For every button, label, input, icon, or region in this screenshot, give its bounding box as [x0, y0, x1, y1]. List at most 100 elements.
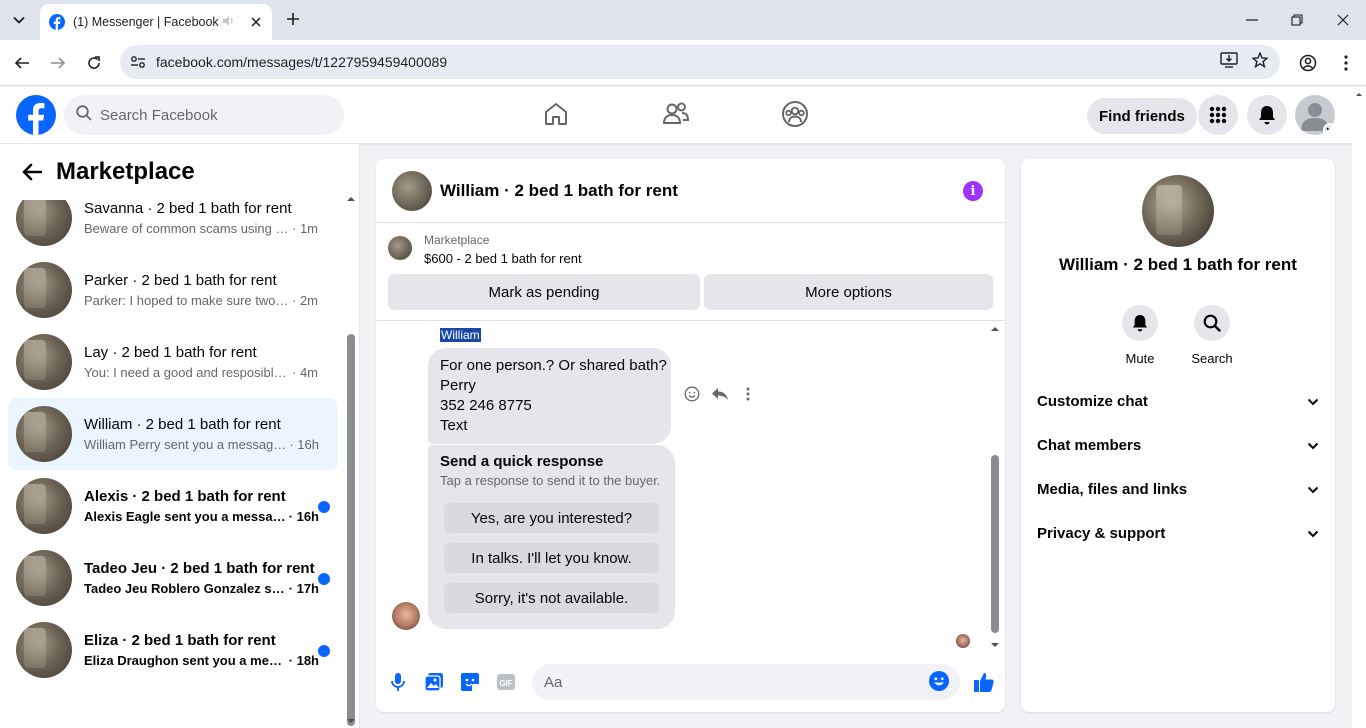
- conversation-name: Savanna · 2 bed 1 bath for rent: [84, 200, 292, 217]
- quick-response-option[interactable]: Sorry, it's not available.: [444, 583, 659, 613]
- conversation-time: · 4m: [292, 365, 318, 380]
- message-input[interactable]: [544, 673, 924, 691]
- friends-icon[interactable]: [661, 99, 691, 129]
- facebook-favicon-icon: [49, 14, 65, 30]
- browser-profile-icon[interactable]: [1296, 51, 1320, 75]
- conversation-list: Savanna · 2 bed 1 bath for rent Beware of…: [8, 144, 338, 686]
- sticker-icon[interactable]: [458, 670, 482, 694]
- conversation-item[interactable]: Lay · 2 bed 1 bath for rent You: I need a…: [8, 326, 338, 398]
- facebook-header: Find friends: [0, 87, 1352, 144]
- section-label: Chat members: [1037, 436, 1142, 454]
- home-icon[interactable]: [541, 99, 571, 129]
- conversation-avatar: [16, 550, 72, 606]
- emoji-icon[interactable]: [928, 670, 952, 694]
- bookmark-star-icon[interactable]: [1251, 50, 1269, 73]
- section-label: Media, files and links: [1037, 480, 1188, 498]
- info-section-chat-members[interactable]: Chat members: [1029, 425, 1327, 465]
- sender-name-label: William: [440, 328, 481, 342]
- info-section-media-files-and-links[interactable]: Media, files and links: [1029, 469, 1327, 509]
- account-avatar[interactable]: [1295, 95, 1335, 135]
- info-section-privacy-support[interactable]: Privacy & support: [1029, 513, 1327, 553]
- conversation-name: Tadeo Jeu · 2 bed 1 bath for rent: [84, 560, 315, 577]
- chat-scrollbar[interactable]: [988, 322, 1002, 652]
- quick-response-option[interactable]: In talks. I'll let you know.: [444, 543, 659, 573]
- new-tab-button[interactable]: [282, 8, 304, 32]
- page-scrollbar[interactable]: [1352, 87, 1366, 728]
- groups-icon[interactable]: [780, 99, 810, 129]
- more-vertical-icon[interactable]: [738, 383, 758, 405]
- mute-button[interactable]: Mute: [1110, 305, 1170, 366]
- mark-as-pending-button[interactable]: Mark as pending: [388, 274, 700, 310]
- facebook-logo-icon[interactable]: [16, 95, 56, 135]
- notifications-bell-icon[interactable]: [1247, 95, 1287, 135]
- listing-avatar[interactable]: [1142, 175, 1214, 247]
- listing-source: Marketplace: [424, 233, 490, 247]
- quick-response-title: Send a quick response: [440, 453, 604, 470]
- conversation-item[interactable]: Eliza · 2 bed 1 bath for rent Eliza Draug…: [8, 614, 338, 686]
- more-options-button[interactable]: More options: [704, 274, 993, 310]
- mute-label: Mute: [1125, 351, 1155, 366]
- conversation-item[interactable]: William · 2 bed 1 bath for rent William P…: [8, 398, 338, 470]
- conversation-name: Parker · 2 bed 1 bath for rent: [84, 272, 277, 289]
- react-smiley-icon[interactable]: [682, 383, 702, 405]
- back-arrow-icon[interactable]: [20, 160, 44, 184]
- microphone-icon[interactable]: [386, 670, 410, 694]
- find-friends-button[interactable]: Find friends: [1087, 98, 1197, 134]
- facebook-search-box[interactable]: [64, 95, 344, 135]
- thumbs-up-icon[interactable]: [972, 670, 996, 694]
- read-receipt-avatar: [956, 634, 970, 648]
- section-label: Privacy & support: [1037, 524, 1166, 542]
- chevron-down-icon: [1307, 525, 1319, 542]
- tab-search-chevron-icon[interactable]: [6, 8, 32, 32]
- gif-icon[interactable]: GIF: [494, 670, 518, 694]
- conversation-avatar: [16, 334, 72, 390]
- conversation-time: · 17h: [288, 581, 319, 596]
- message-bubble[interactable]: For one person.? Or shared bath? Perry 3…: [428, 348, 671, 444]
- back-arrow-icon[interactable]: [10, 51, 34, 75]
- close-window-icon[interactable]: [1331, 8, 1355, 32]
- sidebar-scrollbar[interactable]: [344, 194, 358, 728]
- forward-arrow-icon[interactable]: [46, 51, 70, 75]
- conversation-item[interactable]: Alexis · 2 bed 1 bath for rent Alexis Eag…: [8, 470, 338, 542]
- message-input-box[interactable]: [532, 664, 960, 700]
- chat-title[interactable]: William · 2 bed 1 bath for rent: [440, 181, 678, 201]
- browser-tab[interactable]: (1) Messenger | Facebook: [40, 4, 272, 40]
- browser-menu-icon[interactable]: [1334, 51, 1358, 75]
- sidebar-scroll-thumb[interactable]: [347, 334, 355, 726]
- info-section-customize-chat[interactable]: Customize chat: [1029, 381, 1327, 421]
- minimize-icon[interactable]: [1240, 8, 1264, 32]
- tab-audio-icon[interactable]: [222, 15, 236, 30]
- conversation-name: Alexis · 2 bed 1 bath for rent: [84, 488, 286, 505]
- photo-gallery-icon[interactable]: [422, 670, 446, 694]
- search-button[interactable]: Search: [1182, 305, 1242, 366]
- conversation-item[interactable]: Tadeo Jeu · 2 bed 1 bath for rent Tadeo J…: [8, 542, 338, 614]
- marketplace-sidebar: Savanna · 2 bed 1 bath for rent Beware of…: [0, 144, 360, 728]
- reload-icon[interactable]: [82, 51, 106, 75]
- menu-grid-icon[interactable]: [1198, 95, 1238, 135]
- facebook-search-input[interactable]: [100, 106, 320, 124]
- restore-icon[interactable]: [1285, 8, 1309, 32]
- message-line: For one person.? Or shared bath?: [440, 357, 667, 374]
- browser-tab-strip: (1) Messenger | Facebook: [0, 0, 1366, 40]
- install-app-icon[interactable]: [1220, 51, 1238, 73]
- chat-scroll-thumb[interactable]: [991, 455, 999, 633]
- conversation-preview: You: I need a good and resposible ...: [84, 365, 289, 380]
- message-line: Text: [440, 417, 468, 434]
- tab-close-icon[interactable]: [248, 15, 264, 30]
- conversation-item[interactable]: Parker · 2 bed 1 bath for rent Parker: I …: [8, 254, 338, 326]
- reply-icon[interactable]: [710, 383, 730, 405]
- url-text: facebook.com/messages/t/1227959459400089: [156, 54, 448, 70]
- listing-summary[interactable]: Marketplace $600 - 2 bed 1 bath for rent: [388, 233, 582, 266]
- address-bar[interactable]: facebook.com/messages/t/1227959459400089: [120, 45, 1280, 79]
- sidebar-header: Marketplace: [0, 144, 344, 200]
- chat-avatar[interactable]: [392, 170, 432, 211]
- conversation-avatar: [16, 622, 72, 678]
- info-icon[interactable]: i: [963, 181, 983, 201]
- search-label: Search: [1191, 351, 1233, 366]
- quick-response-option[interactable]: Yes, are you interested?: [444, 503, 659, 533]
- sender-avatar[interactable]: [392, 602, 420, 630]
- site-settings-icon[interactable]: [120, 55, 156, 69]
- conversation-preview: Alexis Eagle sent you a messag...: [84, 509, 286, 524]
- account-chevron-icon[interactable]: [1323, 123, 1335, 135]
- section-label: Customize chat: [1037, 392, 1148, 410]
